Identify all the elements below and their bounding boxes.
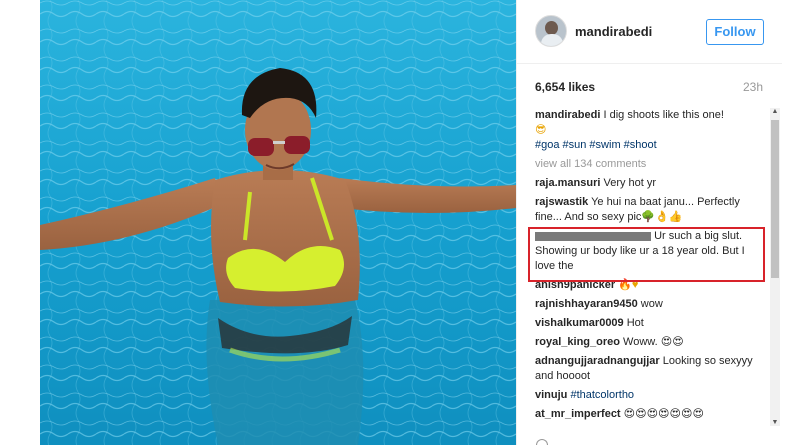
comment-text: Hot [626, 317, 644, 329]
header-username[interactable]: mandirabedi [575, 24, 652, 39]
caption-hashtags[interactable]: #goa #sun #swim #shoot [535, 138, 767, 153]
comment-item: vinuju #thatcolortho [535, 388, 767, 403]
post-photo[interactable] [40, 0, 516, 445]
comment-username[interactable]: at_mr_imperfect [535, 408, 621, 420]
comment-item: rajnishhayaran9450 wow [535, 297, 767, 312]
comment-username[interactable]: raja.mansuri [535, 177, 600, 189]
caption-username[interactable]: mandirabedi [535, 109, 600, 121]
view-all-comments-link[interactable]: view all 134 comments [535, 157, 767, 172]
comment-username[interactable]: vishalkumar0009 [535, 317, 624, 329]
scroll-up-arrow-icon[interactable]: ▲ [771, 108, 779, 115]
post-meta: 6,654 likes 23h [535, 80, 763, 94]
scroll-down-arrow-icon[interactable]: ▼ [771, 419, 779, 426]
time-ago[interactable]: 23h [743, 80, 763, 94]
comment-item: rajswastik Ye hui na baat janu... Perfec… [535, 195, 767, 225]
comment-item: adnangujjaradnangujjar Looking so sexyyy… [535, 354, 767, 384]
pool-photo-image [40, 0, 516, 445]
comment-item: at_mr_imperfect 😍😍😍😍😍😍😍 [535, 407, 767, 422]
comment-item: royal_king_oreo Woww. 😍😍 [535, 335, 767, 350]
comment-username[interactable]: royal_king_oreo [535, 336, 620, 348]
comment-username[interactable]: vinuju [535, 389, 567, 401]
comment-username[interactable]: adnangujjaradnangujjar [535, 355, 660, 367]
highlight-box [528, 227, 765, 282]
caption: mandirabedi I dig shoots like this one! … [535, 108, 767, 153]
caption-text: I dig shoots like this one! [603, 109, 724, 121]
comment-text: Woww. 😍😍 [623, 336, 684, 348]
avatar[interactable] [535, 15, 567, 47]
heart-icon[interactable] [536, 439, 548, 445]
post-header: mandirabedi Follow [517, 0, 782, 64]
sunglasses-emoji-icon: 😎 [535, 124, 547, 136]
comment-text[interactable]: #thatcolortho [570, 389, 634, 401]
follow-button[interactable]: Follow [706, 19, 764, 45]
likes-count[interactable]: 6,654 likes [535, 80, 595, 94]
comment-item: vishalkumar0009 Hot [535, 316, 767, 331]
scrollbar-thumb[interactable] [771, 120, 779, 278]
comment-text: Very hot yr [603, 177, 657, 189]
comments-panel: mandirabedi Follow 6,654 likes 23h mandi… [516, 0, 782, 445]
comment-username[interactable]: rajswastik [535, 196, 588, 208]
action-bar [530, 437, 770, 445]
comment-item: raja.mansuri Very hot yr [535, 176, 767, 191]
comments-scrollbar[interactable]: ▲ ▼ [770, 108, 780, 426]
comment-text: wow [640, 298, 663, 310]
comment-text: 😍😍😍😍😍😍😍 [623, 408, 704, 420]
comment-username[interactable]: rajnishhayaran9450 [535, 298, 638, 310]
